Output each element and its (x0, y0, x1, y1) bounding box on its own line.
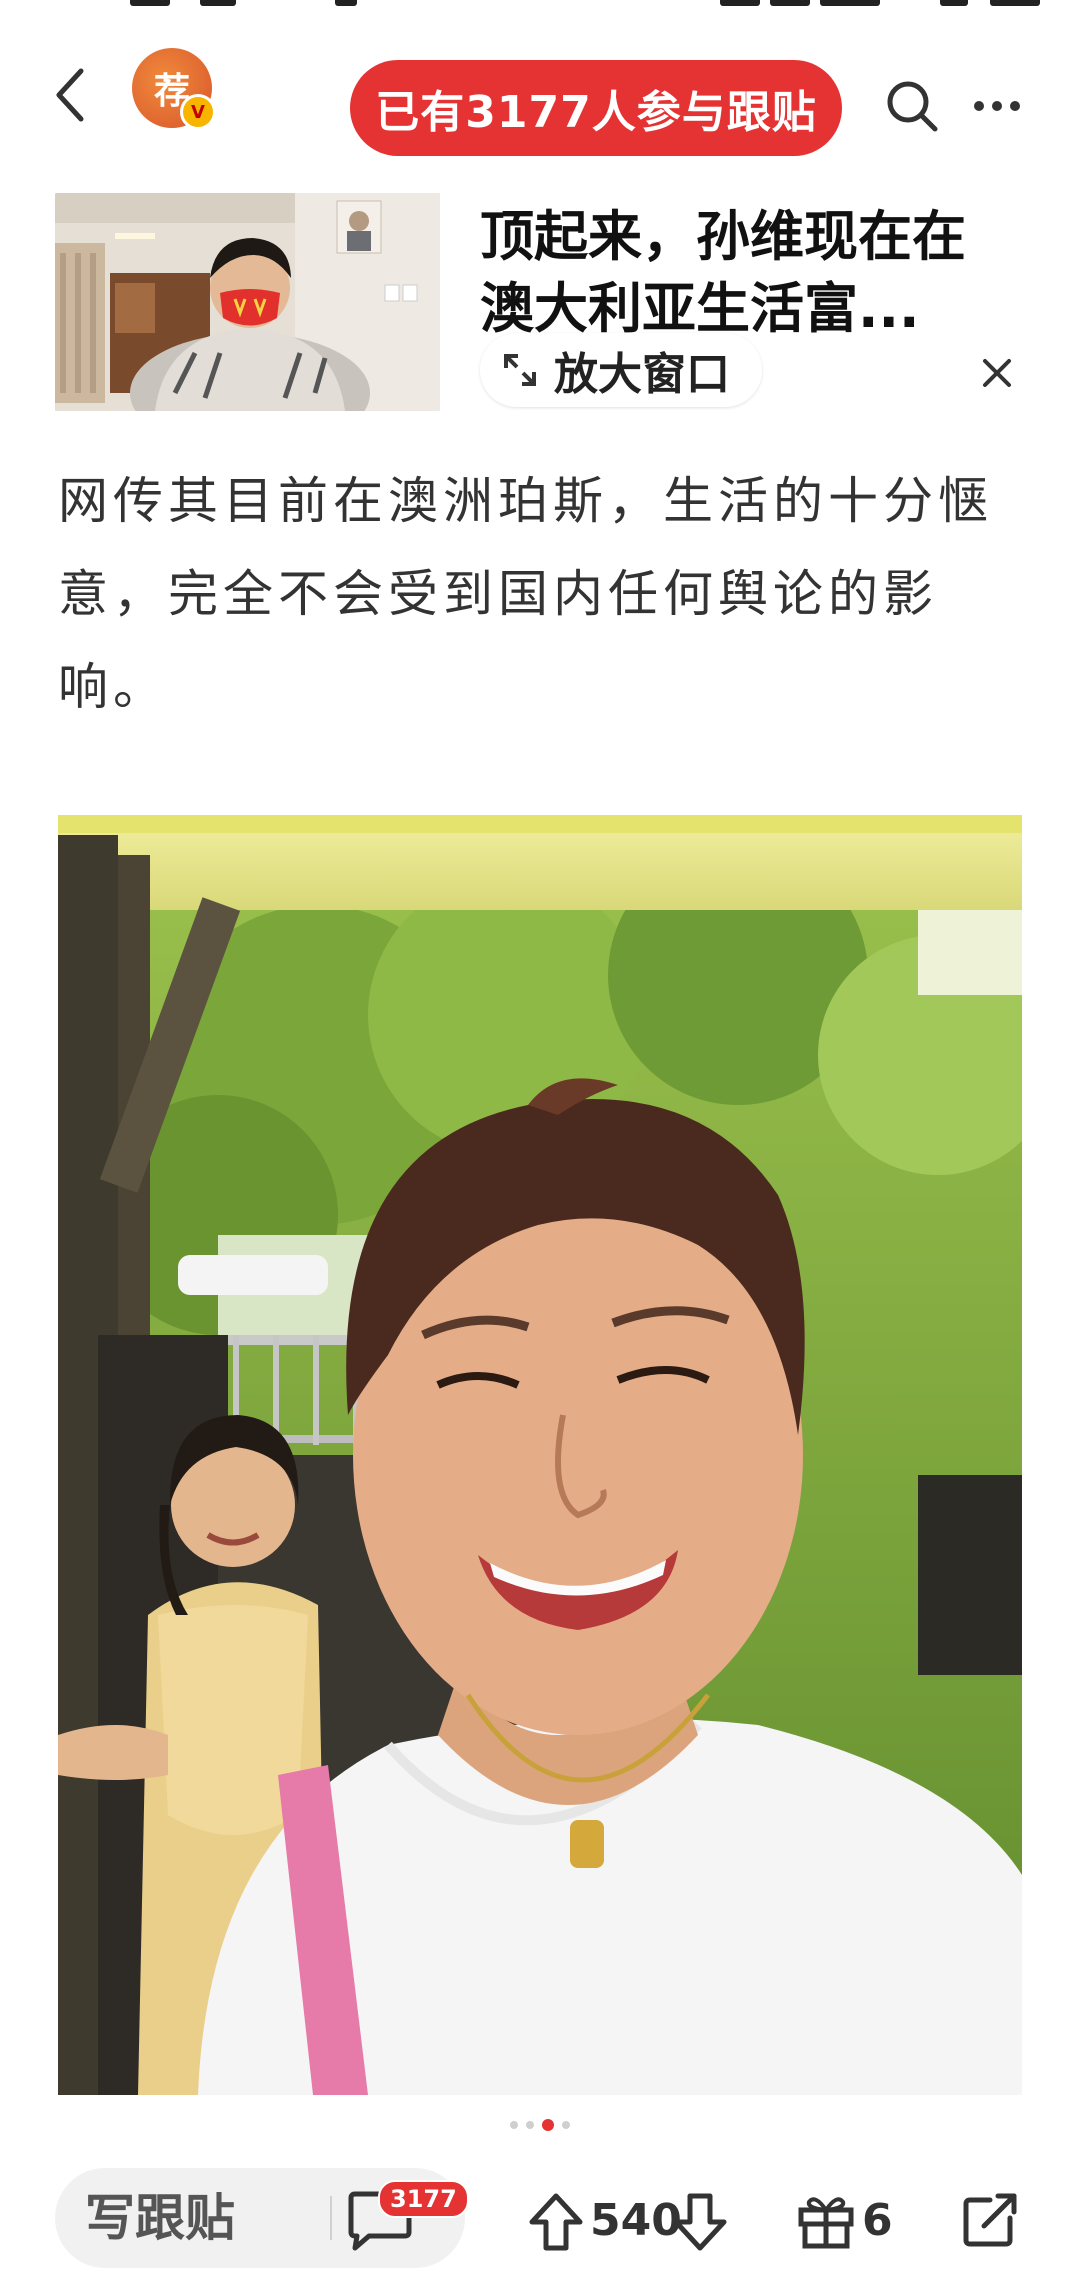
linked-article-thumbnail (55, 193, 440, 411)
write-reply-label: 写跟贴 (85, 2189, 235, 2247)
comment-count-badge: 3177 (378, 2180, 469, 2218)
photo-carousel-indicator (0, 2118, 1080, 2132)
expand-icon (504, 354, 536, 386)
participate-count-button[interactable]: 已有3177人参与跟贴 (350, 60, 842, 156)
carousel-dot (526, 2121, 534, 2129)
more-icon (974, 101, 1020, 111)
enlarge-window-label: 放大窗口 (554, 349, 730, 400)
search-icon (887, 81, 938, 132)
share-icon[interactable] (960, 2188, 1022, 2250)
carousel-dot (562, 2121, 570, 2129)
linked-article-title: 顶起来，孙维现在在 澳大利亚生活富... (480, 205, 966, 340)
carousel-dot-active (542, 2119, 554, 2131)
participate-count-label: 已有3177人参与跟贴 (375, 87, 817, 138)
divider (330, 2196, 332, 2240)
status-bar (0, 0, 1080, 10)
article-paragraph: 网传其目前在澳洲珀斯，生活的十分惬意，完全不会受到国内任何舆论的影响。 (58, 472, 993, 716)
top-nav-bar: 荐 V 已有3177人参与跟贴 (0, 30, 1080, 160)
channel-avatar[interactable]: 荐 V (132, 48, 216, 130)
article-photo[interactable] (58, 815, 1022, 2095)
close-linked-card-button[interactable] (967, 343, 1027, 403)
back-button[interactable] (40, 60, 100, 130)
bottom-action-bar: 写跟贴 3177 540 6 (0, 2168, 1080, 2274)
linked-article-card[interactable]: 顶起来，孙维现在在 澳大利亚生活富... 放大窗口 (55, 193, 1040, 413)
chevron-left-icon (56, 68, 84, 122)
gift-icon[interactable] (795, 2190, 857, 2250)
more-button[interactable] (962, 76, 1032, 136)
downvote-icon[interactable] (672, 2192, 728, 2252)
verified-badge: V (180, 94, 216, 130)
search-button[interactable] (882, 76, 942, 136)
carousel-dot (510, 2121, 518, 2129)
enlarge-window-button[interactable]: 放大窗口 (480, 333, 762, 407)
gift-count: 6 (862, 2195, 893, 2246)
upvote-count: 540 (590, 2195, 682, 2246)
close-icon (983, 359, 1011, 387)
upvote-icon[interactable] (528, 2192, 584, 2252)
